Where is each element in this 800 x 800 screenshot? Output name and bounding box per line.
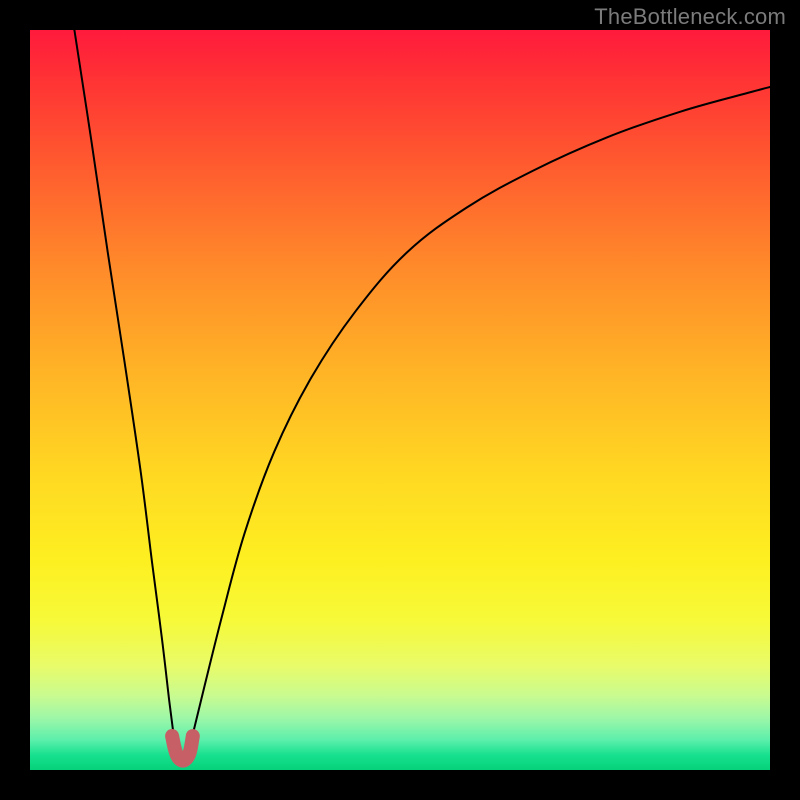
curve-right-branch xyxy=(191,87,770,740)
watermark-text: TheBottleneck.com xyxy=(594,4,786,30)
plot-area xyxy=(30,30,770,770)
curve-dip-highlight xyxy=(172,736,193,761)
curve-layer xyxy=(30,30,770,770)
curve-left-branch xyxy=(74,30,174,740)
